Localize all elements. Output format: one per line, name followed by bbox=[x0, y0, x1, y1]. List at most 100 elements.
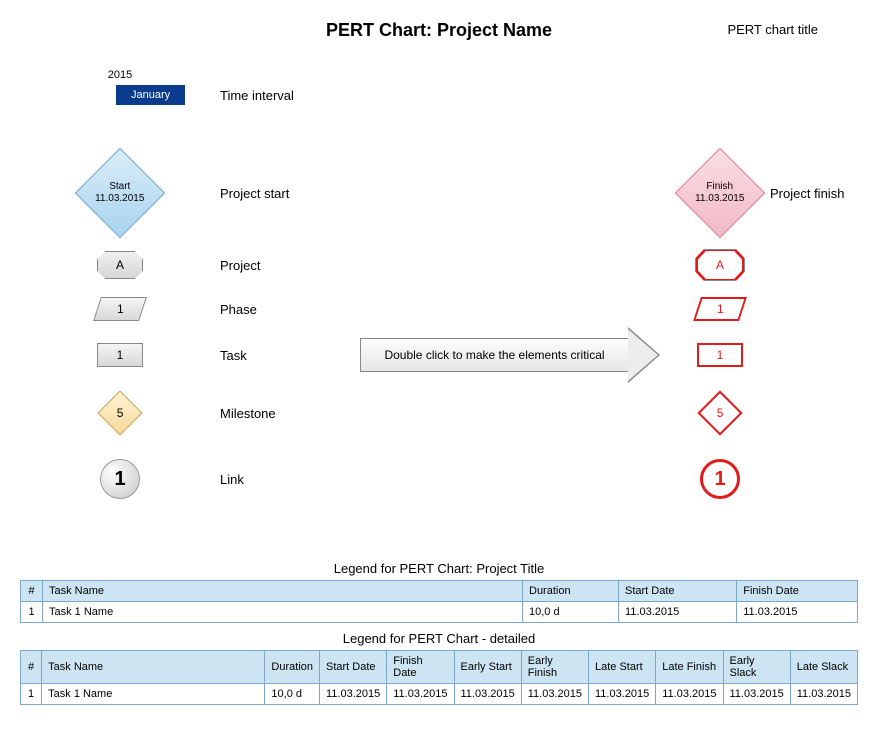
project-start-shape: Start 11.03.2015 bbox=[20, 161, 220, 225]
table2-header-row: # Task Name Duration Start Date Finish D… bbox=[21, 651, 858, 684]
finish-diamond-text: Finish 11.03.2015 bbox=[695, 181, 744, 205]
table2-c-lf: 11.03.2015 bbox=[656, 684, 723, 705]
project-finish-shape: Finish 11.03.2015 bbox=[680, 161, 760, 225]
table2-c-fd: 11.03.2015 bbox=[387, 684, 454, 705]
link-circle-red: 1 bbox=[700, 459, 740, 499]
phase-shape-red: 1 bbox=[680, 297, 760, 321]
start-diamond: Start 11.03.2015 bbox=[75, 148, 166, 239]
table2-h-ef: Early Finish bbox=[521, 651, 588, 684]
link-value-red: 1 bbox=[714, 468, 725, 491]
table2-h-esk: Early Slack bbox=[723, 651, 790, 684]
task-shape: 1 bbox=[20, 343, 220, 367]
chart-title: PERT Chart: Project Name bbox=[326, 20, 552, 40]
table1-c-name: Task 1 Name bbox=[43, 602, 523, 623]
table2-h-fd: Finish Date bbox=[387, 651, 454, 684]
finish-diamond: Finish 11.03.2015 bbox=[675, 148, 766, 239]
milestone-shape: 5 bbox=[20, 397, 220, 429]
link-value: 1 bbox=[114, 468, 125, 491]
table2-c-esk: 11.03.2015 bbox=[723, 684, 790, 705]
table2-c-duration: 10,0 d bbox=[265, 684, 320, 705]
phase-value-red: 1 bbox=[717, 302, 724, 316]
table2-h-es: Early Start bbox=[454, 651, 521, 684]
project-finish-label: Project finish bbox=[770, 186, 844, 201]
milestone-shape-red: 5 bbox=[680, 397, 760, 429]
time-interval-shape: 2015 January bbox=[20, 85, 220, 105]
table1-h-name: Task Name bbox=[43, 581, 523, 602]
table2-h-lsk: Late Slack bbox=[790, 651, 857, 684]
arrow-head-icon bbox=[628, 327, 660, 383]
link-shape: 1 bbox=[20, 459, 220, 499]
table2-c-lsk: 11.03.2015 bbox=[790, 684, 857, 705]
project-octagon-red: A bbox=[698, 251, 742, 279]
table2-c-ef: 11.03.2015 bbox=[521, 684, 588, 705]
milestone-value-red: 5 bbox=[717, 406, 724, 420]
task-label: Task bbox=[220, 348, 360, 363]
task-shape-red: 1 bbox=[680, 343, 760, 367]
table1-c-duration: 10,0 d bbox=[523, 602, 619, 623]
phase-label: Phase bbox=[220, 302, 360, 317]
page-title: PERT Chart: Project Name PERT chart titl… bbox=[20, 20, 858, 41]
row-task: 1 Task Double click to make the elements… bbox=[20, 343, 858, 367]
table1: # Task Name Duration Start Date Finish D… bbox=[20, 580, 858, 623]
table2: # Task Name Duration Start Date Finish D… bbox=[20, 650, 858, 705]
table1-c-finish: 11.03.2015 bbox=[737, 602, 858, 623]
arrow-body: Double click to make the elements critic… bbox=[360, 338, 628, 372]
legend-area: 2015 January Time interval Start 11.03.2… bbox=[20, 71, 858, 551]
table1-title: Legend for PERT Chart: Project Title bbox=[20, 561, 858, 576]
row-milestone: 5 Milestone 5 bbox=[20, 397, 858, 429]
table1-c-start: 11.03.2015 bbox=[618, 602, 736, 623]
table2-c-es: 11.03.2015 bbox=[454, 684, 521, 705]
project-value-red: A bbox=[716, 258, 724, 272]
row-project: A Project A bbox=[20, 251, 858, 279]
finish-text-top: Finish bbox=[695, 181, 744, 193]
project-start-label: Project start bbox=[220, 186, 360, 201]
milestone-value: 5 bbox=[117, 406, 124, 420]
start-text-date: 11.03.2015 bbox=[95, 193, 144, 205]
table2-c-sd: 11.03.2015 bbox=[320, 684, 387, 705]
table1-h-duration: Duration bbox=[523, 581, 619, 602]
table1-h-num: # bbox=[21, 581, 43, 602]
table1-header-row: # Task Name Duration Start Date Finish D… bbox=[21, 581, 858, 602]
table2-h-name: Task Name bbox=[42, 651, 265, 684]
table2-h-ls: Late Start bbox=[589, 651, 656, 684]
time-interval-label: Time interval bbox=[220, 88, 360, 103]
project-octagon-red-wrap: A bbox=[695, 249, 745, 281]
phase-value: 1 bbox=[117, 302, 124, 316]
link-shape-red: 1 bbox=[680, 459, 760, 499]
milestone-diamond: 5 bbox=[97, 390, 142, 435]
table2-c-name: Task 1 Name bbox=[42, 684, 265, 705]
month-box: January bbox=[116, 85, 185, 105]
start-text-top: Start bbox=[95, 181, 144, 193]
project-shape: A bbox=[20, 251, 220, 279]
arrow-text: Double click to make the elements critic… bbox=[384, 348, 604, 362]
row-time-interval: 2015 January Time interval bbox=[20, 85, 858, 105]
task-rect-red: 1 bbox=[697, 343, 743, 367]
project-value: A bbox=[116, 258, 124, 272]
link-circle: 1 bbox=[100, 459, 140, 499]
table2-h-num: # bbox=[21, 651, 42, 684]
chart-title-label: PERT chart title bbox=[727, 22, 818, 37]
table2-h-lf: Late Finish bbox=[656, 651, 723, 684]
table1-h-start: Start Date bbox=[618, 581, 736, 602]
project-octagon: A bbox=[97, 251, 143, 279]
table2-c-ls: 11.03.2015 bbox=[589, 684, 656, 705]
table1-row: 1 Task 1 Name 10,0 d 11.03.2015 11.03.20… bbox=[21, 602, 858, 623]
milestone-diamond-red: 5 bbox=[697, 390, 742, 435]
phase-para: 1 bbox=[93, 297, 147, 321]
table2-h-sd: Start Date bbox=[320, 651, 387, 684]
milestone-label: Milestone bbox=[220, 406, 360, 421]
table2-row: 1 Task 1 Name 10,0 d 11.03.2015 11.03.20… bbox=[21, 684, 858, 705]
table2-title: Legend for PERT Chart - detailed bbox=[20, 631, 858, 646]
project-label: Project bbox=[220, 258, 360, 273]
task-value-red: 1 bbox=[717, 348, 724, 362]
link-label: Link bbox=[220, 472, 360, 487]
table2-h-duration: Duration bbox=[265, 651, 320, 684]
row-link: 1 Link 1 bbox=[20, 459, 858, 499]
critical-arrow: Double click to make the elements critic… bbox=[360, 333, 660, 377]
phase-shape: 1 bbox=[20, 297, 220, 321]
table1-h-finish: Finish Date bbox=[737, 581, 858, 602]
task-rect: 1 bbox=[97, 343, 143, 367]
table1-c-num: 1 bbox=[21, 602, 43, 623]
year-label: 2015 bbox=[20, 69, 220, 81]
start-diamond-text: Start 11.03.2015 bbox=[95, 181, 144, 205]
